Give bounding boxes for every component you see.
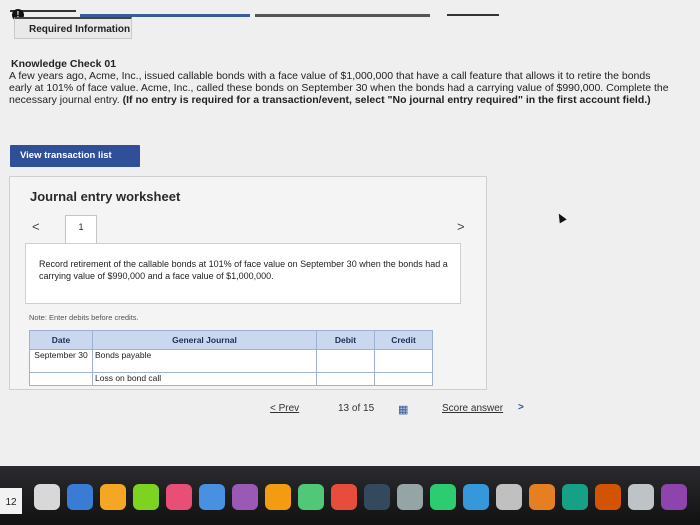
entry-description: Record retirement of the callable bonds … — [25, 243, 461, 304]
progress-segment — [255, 14, 430, 17]
worksheet-title: Journal entry worksheet — [30, 189, 181, 204]
credit-header: Credit — [374, 330, 433, 350]
dock-app-icon[interactable] — [265, 484, 291, 510]
journal-table: Date General Journal Debit Credit Septem… — [29, 330, 433, 386]
dock-app-icon[interactable] — [496, 484, 522, 510]
debit-field[interactable] — [316, 349, 375, 373]
dock-app-icon[interactable] — [628, 484, 654, 510]
dock-app-icon[interactable] — [595, 484, 621, 510]
knowledge-check-title: Knowledge Check 01 — [11, 58, 117, 70]
dock-app-icon[interactable] — [133, 484, 159, 510]
dock-app-icon[interactable] — [298, 484, 324, 510]
dock-app-icon[interactable] — [397, 484, 423, 510]
debit-field[interactable] — [316, 372, 375, 386]
question-instruction: (If no entry is required for a transacti… — [122, 94, 651, 106]
mouse-cursor-icon — [555, 211, 567, 224]
account-field[interactable]: Loss on bond call — [92, 372, 317, 386]
general-journal-header: General Journal — [92, 330, 317, 350]
dock-app-icon[interactable] — [199, 484, 225, 510]
table-row: September 30 Bonds payable — [29, 349, 433, 373]
prev-button[interactable]: < Prev — [270, 403, 315, 414]
credit-field[interactable] — [374, 372, 433, 386]
date-cell: September 30 — [29, 349, 93, 373]
chevron-right-icon[interactable]: > — [518, 402, 524, 413]
dock-app-icon[interactable] — [34, 484, 60, 510]
next-entry-chevron-icon[interactable]: > — [457, 219, 465, 234]
date-cell — [29, 372, 93, 386]
credit-field[interactable] — [374, 349, 433, 373]
dock-app-icon[interactable] — [562, 484, 588, 510]
dock-app-icon[interactable] — [100, 484, 126, 510]
debit-header: Debit — [316, 330, 375, 350]
knowledge-check-body: A few years ago, Acme, Inc., issued call… — [9, 70, 674, 106]
required-information-tab[interactable]: Required Information — [14, 17, 132, 39]
previous-entry-chevron-icon[interactable]: < — [32, 219, 40, 234]
entry-note: Note: Enter debits before credits. — [29, 313, 139, 322]
dock-app-icon[interactable] — [661, 484, 687, 510]
dock-app-icon[interactable] — [529, 484, 555, 510]
page-indicator: 13 of 15 — [338, 403, 375, 414]
dock: 12 — [0, 466, 700, 525]
dock-app-icon[interactable] — [463, 484, 489, 510]
date-header: Date — [29, 330, 93, 350]
view-transaction-list-button[interactable]: View transaction list — [10, 145, 140, 167]
entry-tab-1[interactable]: 1 — [65, 215, 97, 243]
table-row: Loss on bond call — [29, 372, 433, 386]
calendar-icon[interactable]: 12 — [0, 488, 22, 514]
dock-app-icon[interactable] — [67, 484, 93, 510]
score-answer-button[interactable]: Score answer — [442, 403, 503, 414]
dock-app-icon[interactable] — [331, 484, 357, 510]
dock-app-icon[interactable] — [430, 484, 456, 510]
top-progress-bar — [0, 0, 700, 18]
dock-app-icon[interactable] — [166, 484, 192, 510]
dock-app-icon[interactable] — [364, 484, 390, 510]
grid-icon[interactable]: ▦ — [398, 403, 408, 416]
journal-entry-worksheet: Journal entry worksheet < 1 > Record ret… — [9, 176, 487, 390]
dock-app-icon[interactable] — [232, 484, 258, 510]
account-field[interactable]: Bonds payable — [92, 349, 317, 373]
progress-segment — [447, 14, 499, 16]
